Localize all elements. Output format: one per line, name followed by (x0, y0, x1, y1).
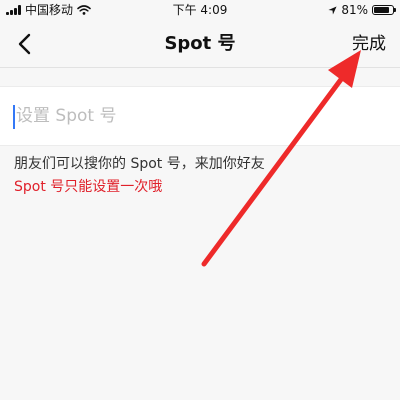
location-arrow-icon (328, 5, 337, 15)
status-right: 81% (328, 0, 396, 20)
status-bar: 中国移动 下午 4:09 81% (0, 0, 400, 20)
battery-percent: 81% (341, 3, 368, 17)
nav-bar: Spot 号 完成 (0, 20, 400, 68)
spot-id-input-row[interactable] (0, 86, 400, 146)
spot-id-settings-screen: 中国移动 下午 4:09 81% Spot 号 完成 设置 Spot 号 朋友们… (0, 0, 400, 400)
battery-fill (374, 7, 389, 13)
done-button[interactable]: 完成 (352, 20, 386, 68)
one-time-warning-text: Spot 号只能设置一次哦 (14, 179, 163, 195)
page-title: Spot 号 (164, 33, 236, 54)
text-cursor (13, 105, 15, 129)
battery-icon (372, 5, 396, 15)
spot-id-input[interactable] (16, 87, 386, 145)
search-hint-text: 朋友们可以搜你的 Spot 号，来加你好友 (14, 156, 265, 172)
